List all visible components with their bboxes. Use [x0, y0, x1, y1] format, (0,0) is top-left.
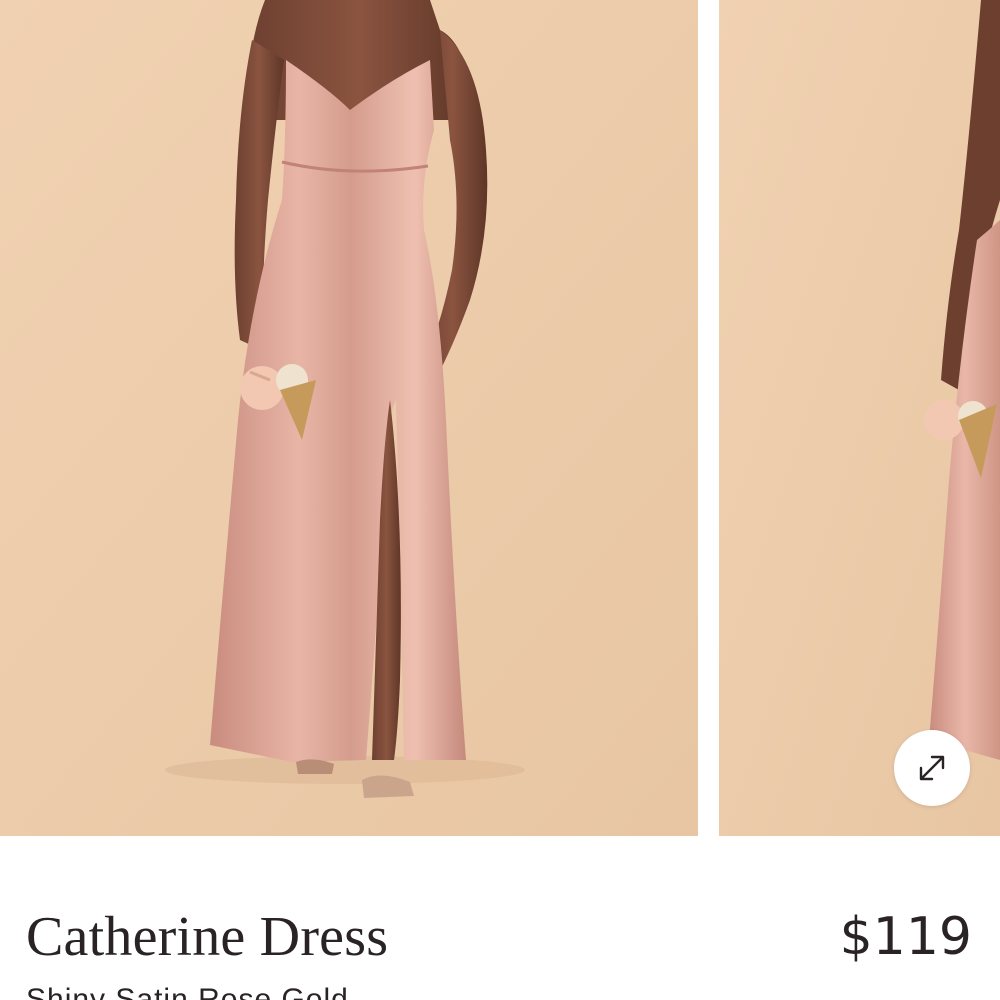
product-variant: Shiny Satin Rose Gold — [26, 983, 349, 1000]
product-price: $119 — [839, 907, 972, 967]
dress-photo-front — [0, 0, 698, 836]
product-page: Catherine Dress $119 Shiny Satin Rose Go… — [0, 0, 1000, 1000]
expand-arrows-icon — [919, 755, 945, 781]
dress-photo-side — [719, 0, 1000, 836]
expand-image-button[interactable] — [894, 730, 970, 806]
product-name: Catherine Dress — [26, 906, 389, 968]
gallery-image-next[interactable] — [719, 0, 1000, 836]
image-gallery[interactable] — [0, 0, 1000, 836]
gallery-image-main[interactable] — [0, 0, 698, 836]
